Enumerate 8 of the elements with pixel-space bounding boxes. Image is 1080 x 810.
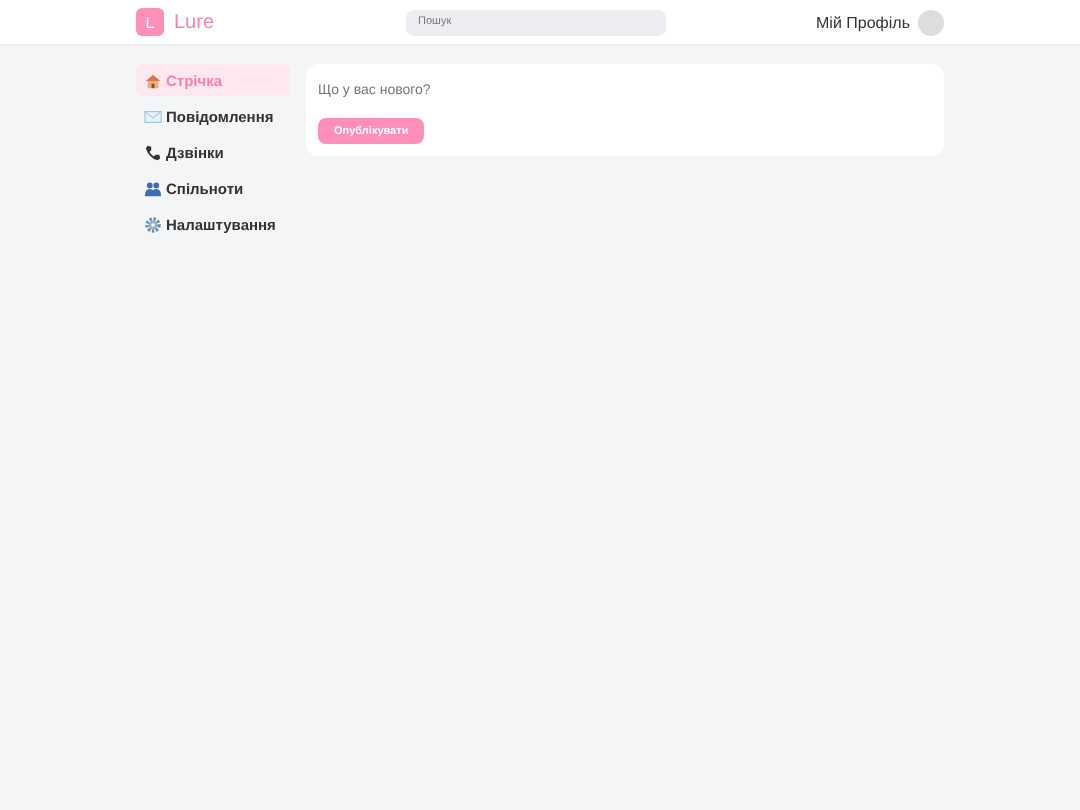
envelope-icon (144, 107, 162, 125)
phone-icon (144, 143, 162, 161)
avatar-icon[interactable] (918, 9, 944, 35)
profile-link[interactable]: Мій Профіль (816, 13, 910, 31)
people-icon (144, 179, 162, 197)
house-icon (144, 71, 162, 89)
logo-badge: L (136, 8, 164, 36)
gear-icon (144, 215, 162, 233)
